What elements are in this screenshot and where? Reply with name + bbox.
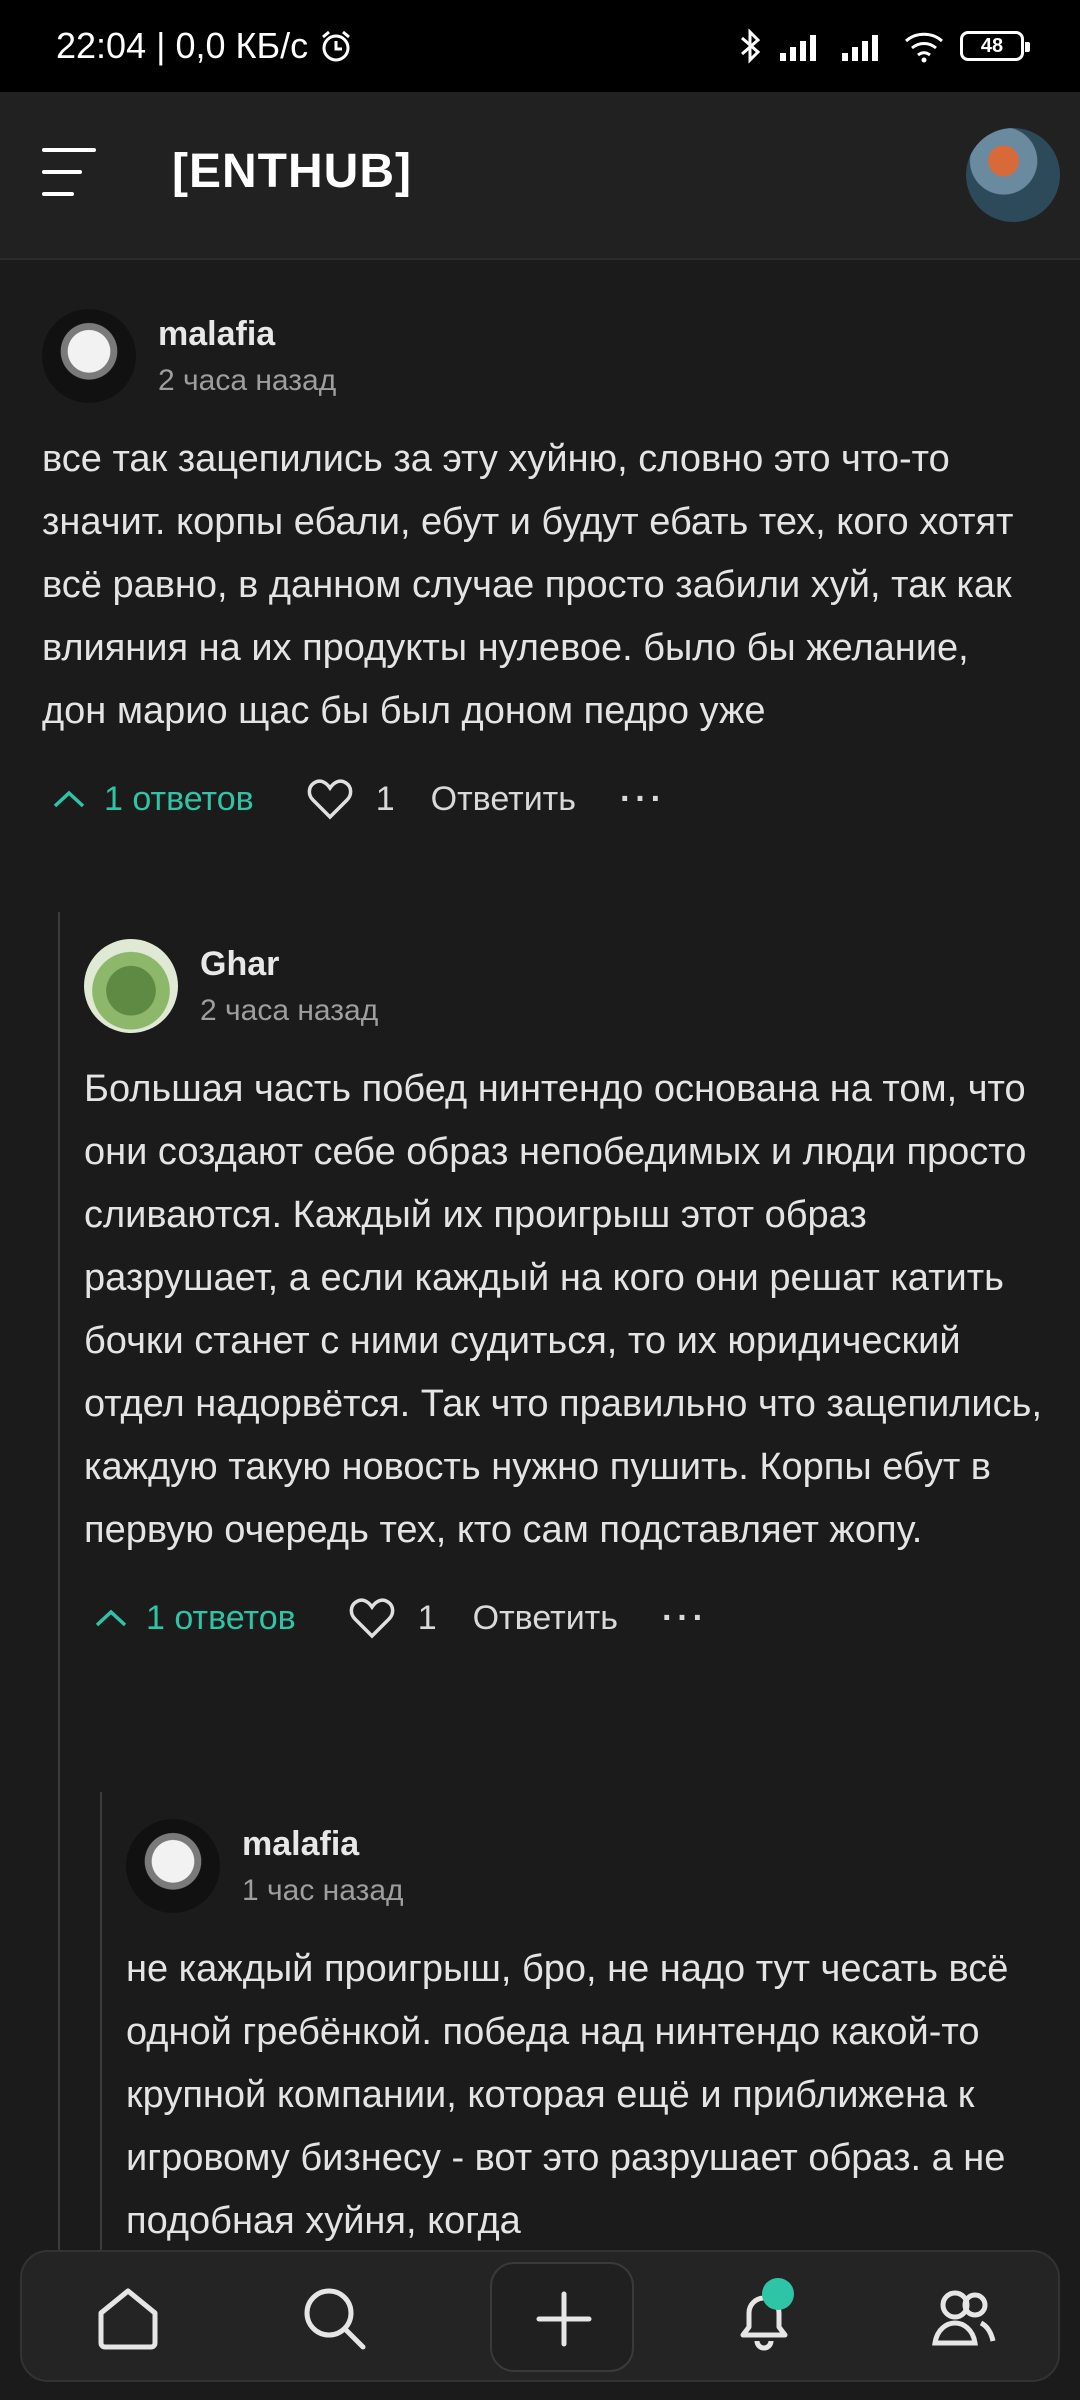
menu-icon[interactable] — [42, 148, 96, 200]
thread-line-level-2 — [100, 1792, 102, 2272]
chevron-up-icon — [95, 1609, 127, 1627]
battery-level: 48 — [980, 34, 1004, 57]
heart-icon — [349, 1598, 395, 1639]
reply-button[interactable]: Ответить — [473, 1599, 618, 1638]
comment-author[interactable]: malafia — [158, 314, 336, 355]
battery-indicator: 48 — [960, 31, 1030, 61]
comment-actions: 1 ответов 1 Ответить ··· — [42, 769, 1042, 829]
likes-count: 1 — [375, 779, 395, 818]
wifi-icon — [904, 32, 944, 63]
chevron-up-icon — [53, 790, 85, 808]
thread-line-level-1 — [58, 912, 60, 2272]
heart-icon — [307, 779, 353, 820]
comment-time: 2 часа назад — [200, 994, 379, 1028]
alarm-icon — [322, 30, 351, 62]
bluetooth-icon — [741, 28, 761, 64]
comment-actions: 1 ответов 1 Ответить ··· — [84, 1588, 1044, 1648]
signal-icon — [780, 35, 816, 61]
app-header: [ENTHUB] — [0, 92, 1080, 260]
comment-author[interactable]: Ghar — [200, 944, 378, 985]
more-options-button[interactable]: ··· — [662, 1599, 708, 1638]
toggle-replies-button[interactable]: 1 ответов — [94, 1599, 296, 1638]
home-icon[interactable] — [86, 2276, 170, 2360]
comment-header: malafia 1 час назад — [126, 1818, 1046, 1914]
comment-time: 1 час назад — [242, 1874, 404, 1908]
comment-text: не каждый проигрыш, бро, не надо тут чес… — [126, 1948, 1009, 2242]
replies-count: 1 ответов — [146, 1598, 296, 1637]
notification-badge — [762, 2278, 794, 2310]
comment-header: malafia 2 часа назад — [42, 308, 1042, 404]
like-button[interactable]: 1 — [306, 777, 395, 821]
replies-count: 1 ответов — [104, 779, 254, 818]
plus-icon — [536, 2291, 592, 2347]
avatar[interactable] — [126, 1819, 220, 1913]
search-icon[interactable] — [292, 2276, 376, 2360]
likes-count: 1 — [417, 1598, 437, 1637]
users-icon[interactable] — [922, 2276, 1006, 2360]
status-time: 22:04 — [56, 25, 147, 66]
app-logo[interactable]: [ENTHUB] — [172, 144, 412, 199]
avatar[interactable] — [84, 939, 178, 1033]
comment-author[interactable]: malafia — [242, 1824, 404, 1865]
more-options-button[interactable]: ··· — [620, 780, 666, 819]
status-network-speed: | 0,0 КБ/с — [156, 25, 309, 66]
comment: Ghar 2 часа назад Большая часть побед ни… — [84, 938, 1044, 1648]
comment-text: все так зацепились за эту хуйню, словно … — [42, 438, 1014, 732]
comment: malafia 1 час назад не каждый проигрыш, … — [126, 1818, 1046, 2253]
toggle-replies-button[interactable]: 1 ответов — [52, 780, 254, 819]
like-button[interactable]: 1 — [348, 1596, 437, 1640]
comment-header: Ghar 2 часа назад — [84, 938, 1044, 1034]
comment-text: Большая часть побед нинтендо основана на… — [84, 1068, 1043, 1551]
comment-time: 2 часа назад — [158, 364, 337, 398]
avatar[interactable] — [42, 309, 136, 403]
reply-button[interactable]: Ответить — [431, 780, 576, 819]
status-bar: 22:04 | 0,0 КБ/с 48 — [0, 0, 1080, 92]
comments-feed: malafia 2 часа назад все так зацепились … — [0, 262, 1080, 2272]
comment: malafia 2 часа назад все так зацепились … — [42, 308, 1042, 829]
bottom-navigation — [20, 2250, 1060, 2382]
create-post-button[interactable] — [490, 2262, 634, 2372]
user-avatar[interactable] — [966, 128, 1060, 222]
signal-icon-2 — [842, 35, 878, 61]
